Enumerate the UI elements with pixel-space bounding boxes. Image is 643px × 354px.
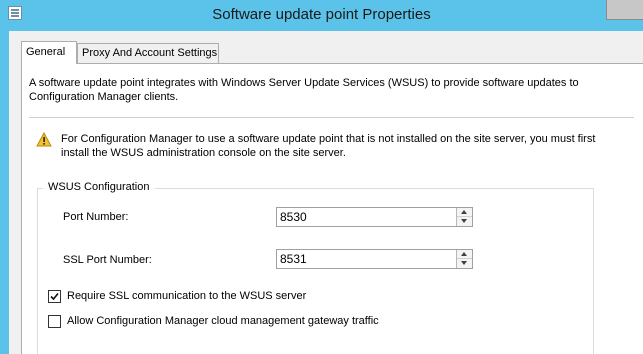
allow-cmg-traffic-label[interactable]: Allow Configuration Manager cloud manage… [67, 315, 379, 327]
section-divider [29, 117, 634, 118]
ssl-port-number-input[interactable] [277, 250, 455, 268]
port-number-label: Port Number: [63, 211, 129, 223]
tab-proxy-and-account-settings[interactable]: Proxy And Account Settings [77, 43, 219, 63]
tab-general[interactable]: General [21, 41, 77, 64]
port-number-stepper[interactable] [276, 207, 473, 227]
wsus-configuration-title: WSUS Configuration [43, 181, 155, 193]
require-ssl-label[interactable]: Require SSL communication to the WSUS se… [67, 290, 306, 302]
close-button[interactable] [606, 0, 643, 20]
ssl-port-number-increment-button[interactable] [457, 250, 472, 259]
description-text: A software update point integrates with … [29, 77, 579, 103]
title-bar[interactable]: Software update point Properties [0, 0, 643, 31]
port-number-input[interactable] [277, 208, 455, 226]
ssl-port-number-spin-buttons[interactable] [456, 250, 472, 268]
port-number-decrement-button[interactable] [457, 217, 472, 226]
ssl-port-number-decrement-button[interactable] [457, 259, 472, 268]
checkmark-icon [50, 292, 59, 301]
warning-icon [36, 132, 52, 147]
warning-text: For Configuration Manager to use a softw… [61, 133, 596, 159]
ssl-port-number-stepper[interactable] [276, 249, 473, 269]
port-number-spin-buttons[interactable] [456, 208, 472, 226]
window-title: Software update point Properties [212, 6, 431, 23]
require-ssl-checkbox[interactable] [48, 290, 61, 303]
allow-cmg-traffic-checkbox[interactable] [48, 315, 61, 328]
port-number-increment-button[interactable] [457, 208, 472, 217]
ssl-port-number-label: SSL Port Number: [63, 254, 152, 266]
dialog-client: General Proxy And Account Settings A sof… [9, 31, 643, 354]
